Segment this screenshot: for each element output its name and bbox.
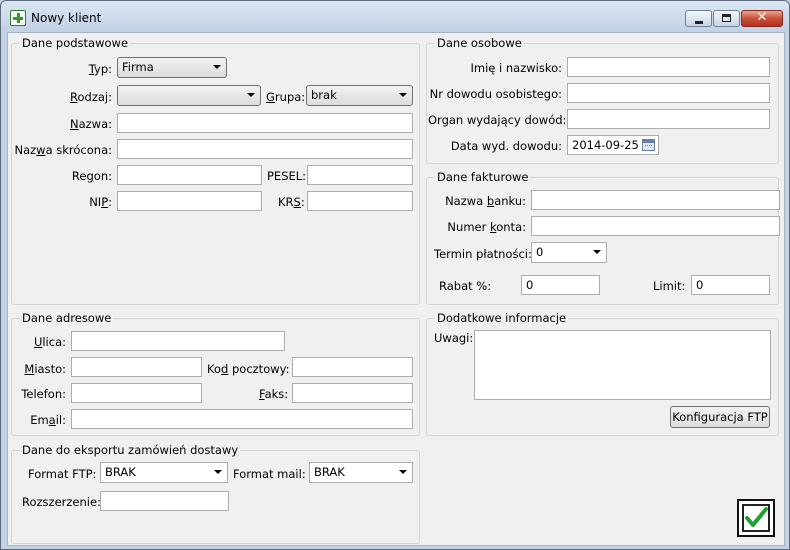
nip-label: NIP:	[89, 195, 112, 209]
id-issue-date-value: 2014-09-25	[572, 138, 639, 152]
minimize-icon	[695, 21, 703, 24]
regon-label: Regon:	[71, 169, 112, 183]
close-button[interactable]: ✕	[741, 10, 783, 27]
extension-label: Rozszerzenie:	[22, 495, 101, 509]
group-invoice-data-title: Dane fakturowe	[435, 170, 531, 184]
fax-field[interactable]	[292, 383, 413, 403]
type-select[interactable]: Firma	[117, 57, 227, 78]
bank-name-field[interactable]	[531, 190, 780, 210]
extension-field[interactable]	[100, 491, 229, 511]
nip-field[interactable]	[117, 191, 262, 211]
id-number-field[interactable]	[567, 83, 770, 103]
maximize-icon	[722, 14, 731, 22]
minimize-button[interactable]	[685, 10, 712, 27]
ftp-format-label: Format FTP:	[28, 467, 97, 481]
type-select-value: Firma	[122, 60, 154, 74]
chevron-down-icon	[399, 93, 407, 97]
dialog-window: Nowy klient ✕ Dane podstawowe Typ: Firma…	[0, 0, 790, 550]
add-client-icon	[10, 10, 26, 26]
id-number-label: Nr dowodu osobistego:	[429, 87, 562, 101]
city-label: Miasto:	[24, 362, 66, 376]
discount-label: Rabat %:	[439, 279, 492, 293]
full-name-field[interactable]	[567, 57, 770, 77]
phone-field[interactable]	[71, 383, 202, 403]
checkmark-icon	[742, 504, 770, 532]
id-issuer-field[interactable]	[567, 109, 770, 129]
payment-term-value: 0	[536, 245, 544, 259]
chevron-down-icon	[214, 470, 222, 474]
chevron-down-icon	[213, 65, 221, 69]
group-personal-data-title: Dane osobowe	[435, 36, 524, 50]
email-label: Email:	[30, 413, 66, 427]
group-label: Grupa:	[266, 90, 306, 104]
calendar-icon[interactable]	[642, 139, 655, 151]
type-label: Typ:	[88, 62, 112, 76]
id-issuer-label: Organ wydający dowód:	[428, 113, 567, 127]
bank-name-label: Nazwa banku:	[445, 194, 526, 208]
ftp-format-select[interactable]: BRAK	[100, 462, 228, 483]
discount-field[interactable]: 0	[521, 275, 600, 295]
city-field[interactable]	[71, 357, 202, 377]
mail-format-value: BRAK	[314, 465, 345, 479]
limit-field[interactable]: 0	[691, 275, 770, 295]
id-issue-date-picker[interactable]: 2014-09-25	[567, 135, 659, 155]
chevron-down-icon	[247, 93, 255, 97]
pesel-label: PESEL:	[267, 169, 307, 183]
group-address-data-title: Dane adresowe	[20, 311, 114, 325]
kind-label: Rodzaj:	[70, 90, 112, 104]
street-label: Ulica:	[33, 335, 66, 349]
mail-format-label: Format mail:	[233, 467, 306, 481]
group-additional-info-title: Dodatkowe informacje	[435, 311, 569, 325]
account-number-field[interactable]	[531, 216, 780, 236]
chevron-down-icon	[399, 470, 407, 474]
group-select[interactable]: brak	[306, 85, 413, 106]
name-field[interactable]	[117, 113, 413, 133]
short-name-field[interactable]	[117, 139, 413, 159]
name-label: Nazwa:	[69, 117, 112, 131]
group-export-data-title: Dane do eksportu zamówień dostawy	[20, 443, 241, 457]
mail-format-select[interactable]: BRAK	[309, 462, 413, 483]
fax-label: Faks:	[259, 387, 289, 401]
kind-select[interactable]	[117, 85, 261, 106]
chevron-down-icon	[593, 250, 601, 254]
notes-textarea[interactable]	[474, 330, 771, 400]
payment-term-select[interactable]: 0	[531, 242, 607, 263]
email-field[interactable]	[71, 409, 413, 429]
window-title: Nowy klient	[31, 11, 102, 25]
confirm-button[interactable]	[737, 499, 775, 537]
postal-code-label: Kod pocztowy:	[207, 362, 290, 376]
dialog-body: Dane podstawowe Typ: Firma Rodzaj: Grupa…	[7, 32, 785, 546]
notes-label: Uwagi:	[434, 331, 474, 345]
group-basic-data-title: Dane podstawowe	[20, 36, 131, 50]
payment-term-label: Termin płatności:	[434, 247, 532, 261]
postal-code-field[interactable]	[292, 357, 413, 377]
title-bar[interactable]: Nowy klient ✕	[1, 1, 789, 31]
limit-label: Limit:	[653, 279, 686, 293]
account-number-label: Numer konta:	[447, 220, 526, 234]
pesel-field[interactable]	[307, 165, 413, 185]
close-icon: ✕	[756, 10, 768, 25]
full-name-label: Imię i nazwisko:	[470, 61, 563, 75]
street-field[interactable]	[71, 331, 285, 351]
regon-field[interactable]	[117, 165, 262, 185]
maximize-button[interactable]	[713, 10, 740, 27]
group-select-value: brak	[311, 88, 337, 102]
id-issue-date-label: Data wyd. dowodu:	[450, 139, 562, 153]
short-name-label: Nazwa skrócona:	[14, 143, 112, 157]
krs-label: KRS:	[278, 195, 305, 209]
ftp-format-value: BRAK	[105, 465, 136, 479]
phone-label: Telefon:	[21, 387, 66, 401]
krs-field[interactable]	[307, 191, 413, 211]
ftp-config-button[interactable]: Konfiguracja FTP	[670, 406, 770, 428]
